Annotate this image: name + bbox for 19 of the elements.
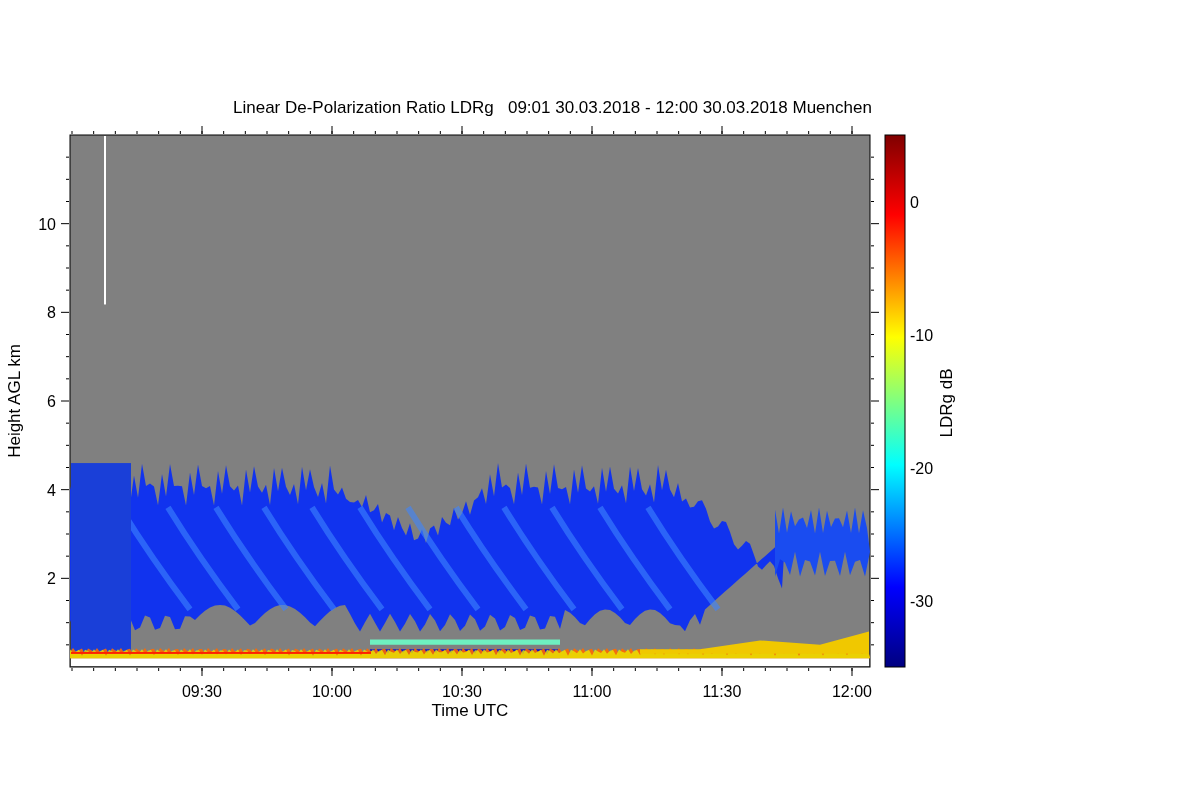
tick-label: -30 [910,592,934,610]
tick-label: 4 [47,481,56,499]
tick-label: 12:00 [832,683,872,700]
axis-label: Height AGL km [5,344,24,458]
chart-title: Linear De-Polarization Ratio LDRg 09:01 30.03.2018 - 12:00 30.03.2018 Muenchen [233,98,872,118]
tick-label: 10:30 [442,683,482,700]
tick-label: 09:30 [182,683,222,700]
tick-label: 8 [47,304,56,322]
axis-label: Time UTC [431,701,509,720]
tick-label: 6 [47,393,56,410]
tick-label: -20 [910,459,934,477]
tick-label: 11:30 [702,683,742,700]
tick-label: 2 [47,570,56,588]
tick-label: -10 [910,326,934,344]
tick-label: 10:00 [312,683,352,700]
colorbar-label: LDRg dB [937,368,956,438]
tick-label: 0 [910,193,919,211]
tick-label: 10 [38,215,56,233]
tick-label: 11:00 [572,683,612,700]
